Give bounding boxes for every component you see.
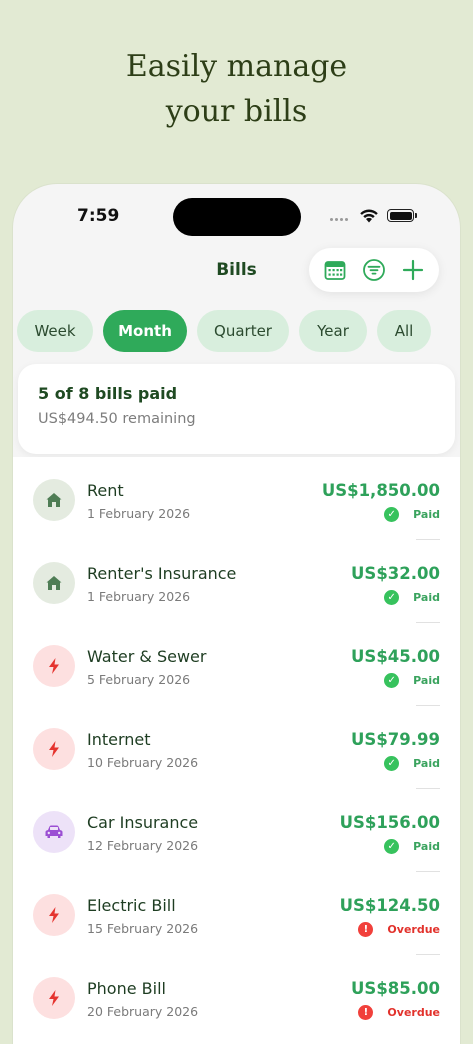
bill-name: Electric Bill [87, 896, 176, 915]
bill-row[interactable]: Car Insurance 12 February 2026 US$156.00… [13, 789, 460, 872]
status-badge: ! Overdue [358, 922, 440, 937]
bill-amount: US$45.00 [351, 647, 440, 666]
bill-category-icon [33, 811, 75, 853]
calendar-button[interactable] [320, 255, 350, 285]
bill-date: 20 February 2026 [87, 1004, 199, 1019]
status-label: Paid [413, 674, 440, 687]
add-bill-button[interactable] [398, 255, 428, 285]
alert-icon: ! [358, 1005, 374, 1020]
bolt-icon [49, 907, 59, 923]
status-label: Paid [413, 840, 440, 853]
bill-date: 15 February 2026 [87, 921, 199, 936]
bolt-icon [49, 658, 59, 674]
status-label: Paid [413, 757, 440, 770]
status-label: Overdue [387, 1006, 440, 1019]
status-badge: ✓ Paid [384, 507, 440, 522]
bill-name: Internet [87, 730, 151, 749]
checkmark-icon: ✓ [384, 590, 400, 605]
bill-amount: US$85.00 [351, 979, 440, 998]
bolt-icon [49, 741, 59, 757]
home-icon [46, 493, 62, 507]
filter-button[interactable] [359, 255, 389, 285]
bill-category-icon [33, 479, 75, 521]
home-icon [46, 576, 62, 590]
bill-row[interactable]: Electric Bill 15 February 2026 US$124.50… [13, 872, 460, 955]
bill-date: 1 February 2026 [87, 506, 191, 521]
cellular-icon [330, 218, 348, 221]
bill-amount: US$32.00 [351, 564, 440, 583]
dynamic-island [173, 198, 301, 236]
checkmark-icon: ✓ [384, 839, 400, 854]
filter-year[interactable]: Year [299, 310, 367, 352]
filter-week[interactable]: Week [17, 310, 93, 352]
status-badge: ✓ Paid [384, 590, 440, 605]
bill-category-icon [33, 562, 75, 604]
bill-row[interactable]: Water & Sewer 5 February 2026 US$45.00 ✓… [13, 623, 460, 706]
bill-row[interactable]: Phone Bill 20 February 2026 US$85.00 ! O… [13, 955, 460, 1038]
bill-amount: US$79.99 [351, 730, 440, 749]
car-icon [45, 825, 63, 838]
bill-name: Renter's Insurance [87, 564, 237, 583]
checkmark-icon: ✓ [384, 673, 400, 688]
alert-icon: ! [358, 922, 374, 937]
bill-name: Rent [87, 481, 124, 500]
bill-category-icon [33, 894, 75, 936]
period-filter: Week Month Quarter Year All [17, 310, 431, 352]
bill-list: Rent 1 February 2026 US$1,850.00 ✓ Paid … [13, 457, 460, 1044]
summary-card: 5 of 8 bills paid US$494.50 remaining [18, 364, 455, 454]
calendar-icon [324, 261, 346, 280]
marketing-headline: Easily manage your bills [0, 44, 473, 134]
bill-date: 12 February 2026 [87, 838, 199, 853]
checkmark-icon: ✓ [384, 507, 400, 522]
plus-icon [403, 259, 424, 281]
bolt-icon [49, 990, 59, 1006]
summary-remaining: US$494.50 remaining [38, 411, 196, 427]
bill-row[interactable]: Rent 1 February 2026 US$1,850.00 ✓ Paid [13, 457, 460, 540]
status-time: 7:59 [77, 206, 120, 226]
bill-amount: US$124.50 [339, 896, 440, 915]
filter-quarter[interactable]: Quarter [197, 310, 289, 352]
bill-category-icon [33, 645, 75, 687]
bill-date: 10 February 2026 [87, 755, 199, 770]
wifi-icon [360, 209, 378, 223]
status-label: Paid [413, 508, 440, 521]
checkmark-icon: ✓ [384, 756, 400, 771]
filter-icon [363, 259, 385, 281]
filter-month[interactable]: Month [103, 310, 187, 352]
status-label: Overdue [387, 923, 440, 936]
bill-name: Phone Bill [87, 979, 166, 998]
status-badge: ✓ Paid [384, 756, 440, 771]
toolbar [309, 248, 439, 292]
bill-name: Car Insurance [87, 813, 199, 832]
status-badge: ✓ Paid [384, 839, 440, 854]
bill-category-icon [33, 977, 75, 1019]
bill-amount: US$156.00 [339, 813, 440, 832]
bill-amount: US$1,850.00 [321, 481, 440, 500]
bill-date: 5 February 2026 [87, 672, 191, 687]
status-badge: ! Overdue [358, 1005, 440, 1020]
battery-icon [387, 209, 417, 222]
bill-date: 1 February 2026 [87, 589, 191, 604]
phone-screen: 7:59 Bills Week Month Quarter Year All 5… [13, 184, 460, 1044]
summary-title: 5 of 8 bills paid [38, 384, 178, 403]
headline-line-1: Easily manage [125, 49, 348, 84]
bill-row[interactable]: Internet 10 February 2026 US$79.99 ✓ Pai… [13, 706, 460, 789]
headline-line-2: your bills [165, 94, 308, 129]
status-badge: ✓ Paid [384, 673, 440, 688]
bill-name: Water & Sewer [87, 647, 207, 666]
bill-category-icon [33, 728, 75, 770]
status-label: Paid [413, 591, 440, 604]
bill-row[interactable]: Renter's Insurance 1 February 2026 US$32… [13, 540, 460, 623]
filter-all[interactable]: All [377, 310, 431, 352]
